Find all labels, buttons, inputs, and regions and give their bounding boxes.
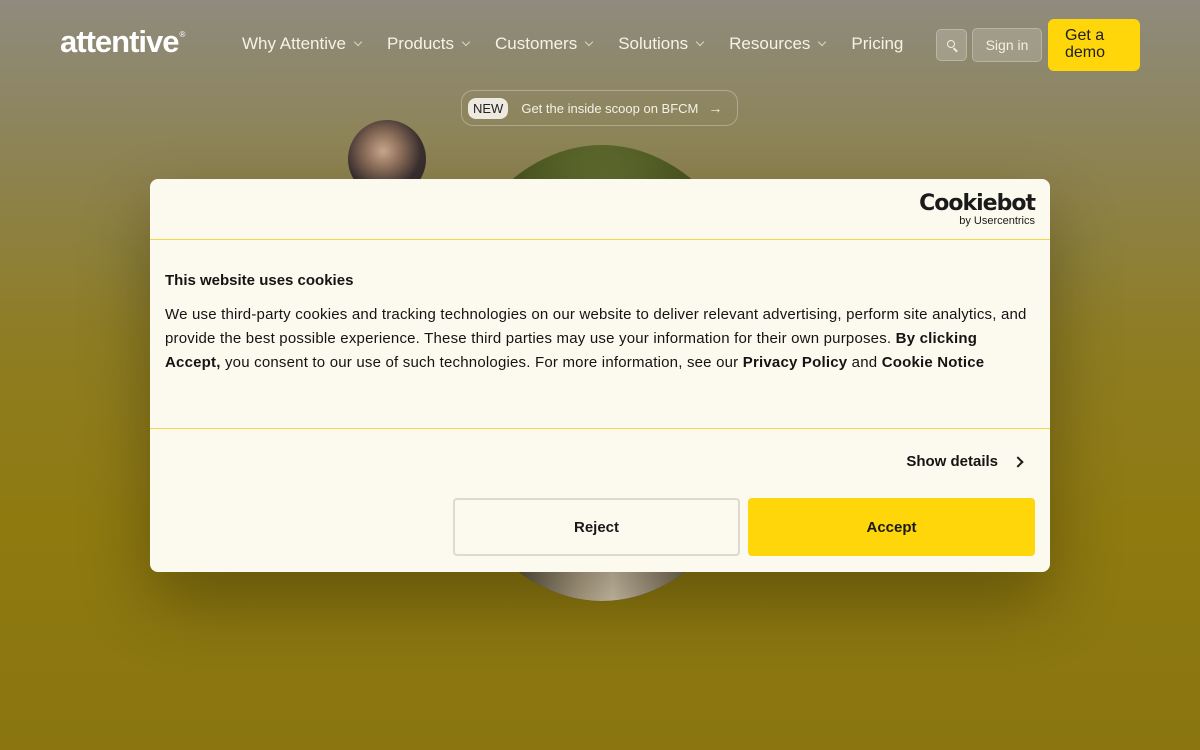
search-button[interactable]	[936, 29, 967, 61]
chevron-down-icon	[584, 37, 594, 47]
dialog-header: Cookiebot by Usercentrics	[150, 179, 1050, 240]
sign-in-button[interactable]: Sign in	[972, 28, 1042, 62]
menu-item-pricing[interactable]: Pricing	[851, 34, 903, 54]
chevron-down-icon	[695, 37, 705, 47]
new-badge: NEW	[468, 97, 509, 119]
chevron-right-icon	[1012, 455, 1024, 468]
chevron-down-icon	[353, 37, 363, 47]
dialog-title: This website uses cookies	[165, 272, 354, 289]
cookie-notice-link[interactable]: Cookie Notice	[882, 354, 985, 371]
dialog-description: We use third-party cookies and tracking …	[165, 306, 1027, 371]
chevron-down-icon	[818, 37, 827, 47]
attentive-logo[interactable]: attentive®	[60, 24, 185, 60]
cookiebot-logo[interactable]: Cookiebot by Usercentrics	[919, 192, 1036, 228]
dialog-body: This website uses cookies We use third-p…	[150, 240, 1050, 429]
reject-button[interactable]: Reject	[453, 498, 740, 556]
privacy-policy-link[interactable]: Privacy Policy	[743, 354, 848, 371]
accept-button[interactable]: Accept	[748, 498, 1035, 556]
menu-item-why-attentive[interactable]: Why Attentive	[242, 34, 363, 54]
top-navigation: attentive® Why Attentive Products Custom…	[0, 0, 1200, 90]
announcement-text: Get the inside scoop on BFCM	[521, 100, 699, 116]
announcement-banner[interactable]: NEW Get the inside scoop on BFCM →	[461, 90, 738, 126]
menu-item-solutions[interactable]: Solutions	[618, 34, 705, 54]
arrow-right-icon: →	[708, 100, 723, 116]
menu-item-customers[interactable]: Customers	[495, 34, 594, 54]
show-details-button[interactable]: Show details	[906, 453, 1024, 470]
get-demo-button[interactable]: Get a demo	[1048, 19, 1140, 71]
cookie-consent-dialog: Cookiebot by Usercentrics This website u…	[150, 179, 1050, 572]
main-menu: Why Attentive Products Customers Solutio…	[242, 34, 929, 54]
search-icon	[946, 40, 955, 48]
menu-item-products[interactable]: Products	[387, 34, 471, 54]
menu-item-resources[interactable]: Resources	[729, 34, 827, 54]
chevron-down-icon	[461, 37, 471, 47]
